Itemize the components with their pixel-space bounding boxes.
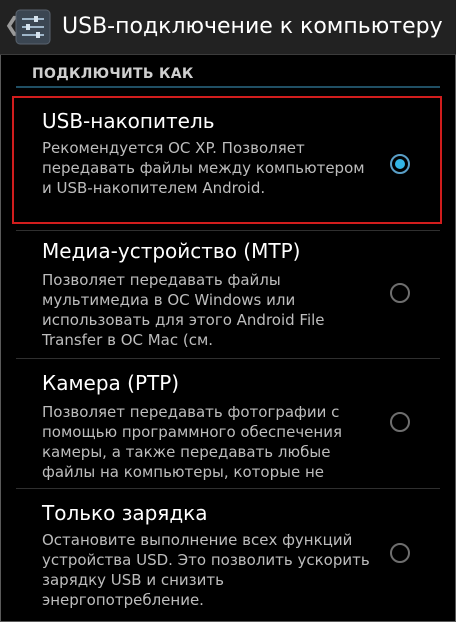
divider (16, 230, 440, 231)
action-bar: ❮ USB-подключение к компьютеру (0, 0, 456, 55)
section-divider (16, 86, 440, 88)
settings-sliders-icon[interactable] (14, 8, 52, 46)
option-charge-only[interactable]: Только зарядка Остановите выполнение все… (0, 490, 456, 618)
option-summary: Остановите выполнение всех функций устро… (42, 531, 370, 609)
page-title: USB-подключение к компьютеру (62, 14, 443, 39)
option-title: Камера (PTP) (42, 371, 180, 395)
radio-button[interactable] (390, 543, 410, 563)
option-summary: Позволяет передавать файлы мультимедиа в… (42, 271, 325, 349)
divider (16, 358, 440, 359)
divider (16, 488, 440, 489)
option-camera-ptp[interactable]: Камера (PTP) Позволяет передавать фотогр… (0, 360, 456, 486)
section-header: ПОДКЛЮЧИТЬ КАК (32, 66, 194, 82)
option-title: Медиа-устройство (MTP) (42, 239, 301, 263)
highlight-box (12, 96, 442, 224)
radio-button[interactable] (390, 283, 410, 303)
option-media-device-mtp[interactable]: Медиа-устройство (MTP) Позволяет передав… (0, 232, 456, 354)
option-title: Только зарядка (42, 501, 208, 525)
option-summary: Позволяет передавать фотографии с помощь… (42, 403, 342, 481)
radio-button[interactable] (390, 412, 410, 432)
